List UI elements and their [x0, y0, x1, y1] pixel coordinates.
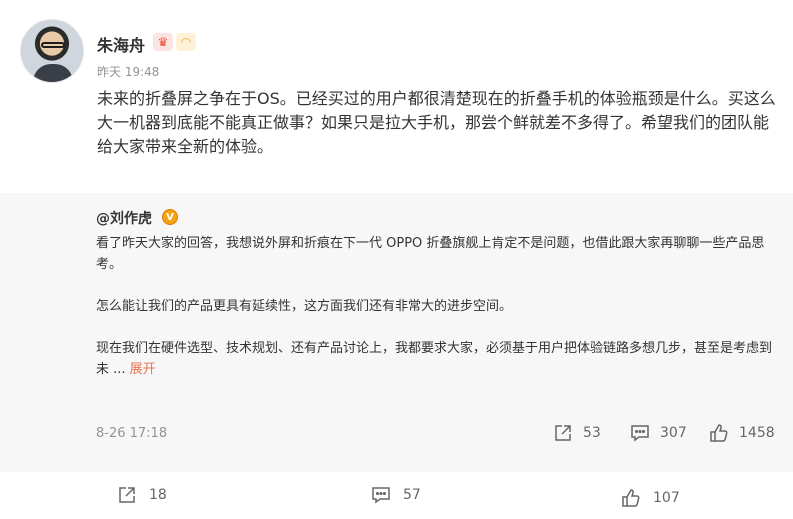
repost-comment-button[interactable]: 307	[630, 422, 687, 444]
author-avatar[interactable]	[20, 19, 84, 83]
post-content: 未来的折叠屏之争在于OS。已经买过的用户都很清楚现在的折叠手机的体验瓶颈是什么。…	[97, 89, 776, 156]
expand-link[interactable]: 展开	[130, 362, 156, 377]
verified-v-icon: V	[162, 209, 178, 225]
repost-like-count: 1458	[739, 425, 775, 441]
thumbs-up-icon	[622, 489, 640, 507]
thumbs-up-icon	[710, 424, 728, 442]
repost-author[interactable]: @刘作虎	[96, 208, 152, 228]
repost-time[interactable]: 8-26 17:18	[96, 426, 167, 441]
avatar-glasses	[41, 42, 65, 48]
repost-paragraph: 看了昨天大家的回答，我想说外屏和折痕在下一代 OPPO 折叠旗舰上肯定不是问题，…	[96, 236, 765, 272]
repost-paragraph-text: 现在我们在硬件选型、技术规划、还有产品讨论上，我都要求大家，必须基于用户把体验链…	[96, 341, 773, 377]
repost-like-button[interactable]: 1458	[709, 422, 775, 444]
repost-card[interactable]: @刘作虎 V 看了昨天大家的回答，我想说外屏和折痕在下一代 OPPO 折叠旗舰上…	[0, 193, 793, 472]
avatar-shirt	[33, 64, 73, 82]
repost-comment-count: 307	[660, 425, 687, 441]
share-icon	[119, 487, 135, 503]
author-name[interactable]: 朱海舟	[97, 32, 145, 56]
rainbow-badge-icon[interactable]: ◠	[176, 33, 196, 51]
repost-text: 看了昨天大家的回答，我想说外屏和折痕在下一代 OPPO 折叠旗舰上肯定不是问题，…	[96, 233, 776, 380]
comment-icon	[631, 425, 649, 442]
forward-count: 18	[149, 487, 167, 503]
share-icon	[555, 425, 571, 441]
like-count: 107	[653, 490, 680, 506]
comment-icon	[372, 487, 390, 504]
like-button[interactable]: 107	[621, 487, 680, 509]
crown-badge-icon[interactable]: ♛	[153, 33, 173, 51]
repost-paragraph: 现在我们在硬件选型、技术规划、还有产品讨论上，我都要求大家，必须基于用户把体验链…	[96, 338, 776, 380]
forward-button[interactable]: 18	[117, 484, 167, 506]
repost-paragraph: 怎么能让我们的产品更具有延续性，这方面我们还有非常大的进步空间。	[96, 299, 513, 314]
comment-count: 57	[403, 487, 421, 503]
comment-button[interactable]: 57	[371, 484, 421, 506]
post-time[interactable]: 昨天 19:48	[97, 63, 159, 80]
repost-forward-count: 53	[583, 425, 601, 441]
repost-forward-button[interactable]: 53	[553, 422, 601, 444]
